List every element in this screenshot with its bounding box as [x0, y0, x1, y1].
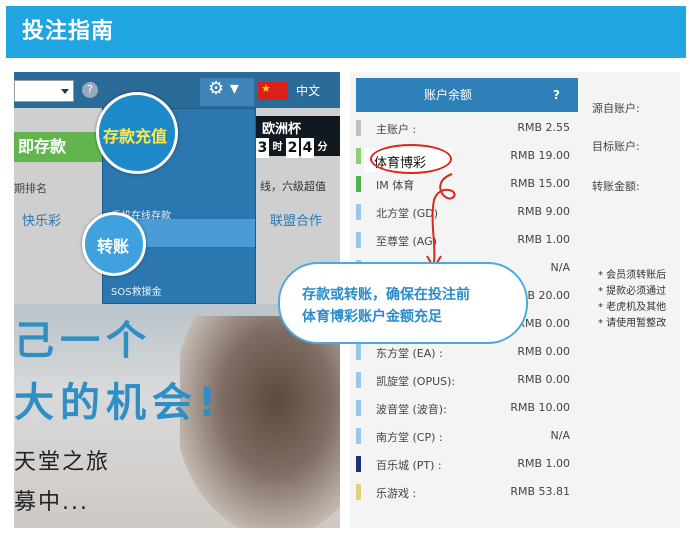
- wallet-balance: RMB 0.00: [517, 317, 570, 330]
- banner-headline-2: 大的机会!: [14, 380, 223, 426]
- china-flag-icon[interactable]: [258, 82, 288, 100]
- wallet-balance: RMB 0.00: [517, 345, 570, 358]
- balance-row: 南方堂 (CP) : N/A: [356, 422, 578, 450]
- notes-list: * 会员须转账后 * 提款必须通过 * 老虎机及其他 * 请使用暂整改: [598, 268, 666, 332]
- wallet-color-swatch: [356, 484, 361, 500]
- gear-icon[interactable]: ⚙ ▾: [200, 78, 254, 106]
- wallet-balance: RMB 0.00: [517, 373, 570, 386]
- wallet-balance: RMB 15.00: [510, 177, 570, 190]
- wallet-color-swatch: [356, 372, 361, 388]
- wallet-color-swatch: [356, 176, 361, 192]
- countdown: 3 时 2 4 分: [256, 138, 329, 158]
- amount-label: 转账金额:: [592, 180, 640, 193]
- banner-headline-1: 己一个: [14, 318, 152, 364]
- promo-note: 线，六级超值: [260, 180, 326, 193]
- deposit-callout-label: 存款充值: [103, 127, 168, 146]
- banner-subline-1: 天堂之旅: [14, 450, 111, 475]
- wallet-balance: RMB 10.00: [510, 401, 570, 414]
- balance-row: 百乐城 (PT) : RMB 1.00: [356, 450, 578, 478]
- from-account-label: 源自账户:: [592, 102, 640, 115]
- wallet-balance: RMB 1.00: [517, 457, 570, 470]
- alliance-link[interactable]: 联盟合作: [270, 210, 322, 229]
- wallet-color-swatch: [356, 400, 361, 416]
- select-dropdown[interactable]: [14, 80, 74, 102]
- wallet-balance: RMB 2.55: [517, 121, 570, 134]
- menu-item-sos[interactable]: SOS救援金: [111, 283, 162, 298]
- wallet-name: 乐游戏 :: [376, 487, 417, 500]
- euro-cup-title: 欧洲杯: [262, 122, 302, 137]
- transfer-callout-label: 转账: [97, 237, 130, 256]
- wallet-balance: RMB 9.00: [517, 205, 570, 218]
- wallet-color-swatch: [356, 232, 361, 248]
- countdown-digit: 4: [301, 138, 314, 158]
- wallet-name: 凯旋堂 (OPUS):: [376, 375, 456, 388]
- wallet-balance: RMB 53.81: [510, 485, 570, 498]
- wallet-name: 百乐城 (PT) :: [376, 459, 442, 472]
- balance-row: 乐游戏 : RMB 53.81: [356, 478, 578, 506]
- balance-header-title: 账户余额: [424, 88, 473, 102]
- wallet-balance: RMB 19.00: [510, 149, 570, 162]
- wallet-name: 南方堂 (CP) :: [376, 431, 443, 444]
- balance-row: 凯旋堂 (OPUS): RMB 0.00: [356, 366, 578, 394]
- to-account-label: 目标账户:: [592, 140, 640, 153]
- tip-line-1: 存款或转账，确保在投注前: [302, 287, 470, 303]
- wallet-color-swatch: [356, 204, 361, 220]
- wallet-balance: N/A: [550, 429, 570, 442]
- wallet-name: 主账户 :: [376, 123, 417, 136]
- help-icon[interactable]: ?: [553, 78, 560, 112]
- countdown-digit: 2: [286, 138, 299, 158]
- transfer-callout[interactable]: 转账: [82, 212, 146, 276]
- note-item: * 提款必须通过: [598, 286, 667, 297]
- banner-subline-2: 募中...: [14, 490, 89, 515]
- tip-line-2: 体育博彩账户金额充足: [302, 309, 442, 325]
- countdown-unit: 时: [272, 142, 283, 153]
- lottery-link[interactable]: 快乐彩: [22, 210, 61, 229]
- tip-bubble: 存款或转账，确保在投注前 体育博彩账户金额充足: [278, 262, 528, 344]
- balance-row: 主账户 : RMB 2.55: [356, 114, 578, 142]
- balance-row: 波音堂 (波音): RMB 10.00: [356, 394, 578, 422]
- wallet-color-swatch: [356, 344, 361, 360]
- wallet-name: 东方堂 (EA) :: [376, 347, 443, 360]
- deposit-callout[interactable]: 存款充值: [96, 92, 178, 174]
- wallet-name: 波音堂 (波音):: [376, 403, 447, 416]
- note-item: * 会员须转账后: [598, 270, 667, 281]
- wallet-color-swatch: [356, 120, 361, 136]
- language-label[interactable]: 中文: [296, 82, 320, 99]
- page-title: 投注指南: [6, 6, 686, 58]
- wallet-color-swatch: [356, 428, 361, 444]
- wallet-balance: N/A: [550, 261, 570, 274]
- wallet-color-swatch: [356, 456, 361, 472]
- note-item: * 老虎机及其他: [598, 302, 667, 313]
- note-item: * 请使用暂整改: [598, 318, 667, 329]
- countdown-digit: 3: [256, 138, 269, 158]
- wallet-name: IM 体育: [376, 179, 415, 192]
- ranking-text: 期排名: [14, 182, 47, 195]
- wallet-balance: RMB 1.00: [517, 233, 570, 246]
- countdown-unit: 分: [317, 142, 328, 153]
- balance-header: 账户余额 ?: [356, 78, 578, 112]
- wallet-color-swatch: [356, 148, 361, 164]
- help-icon[interactable]: ?: [82, 82, 98, 98]
